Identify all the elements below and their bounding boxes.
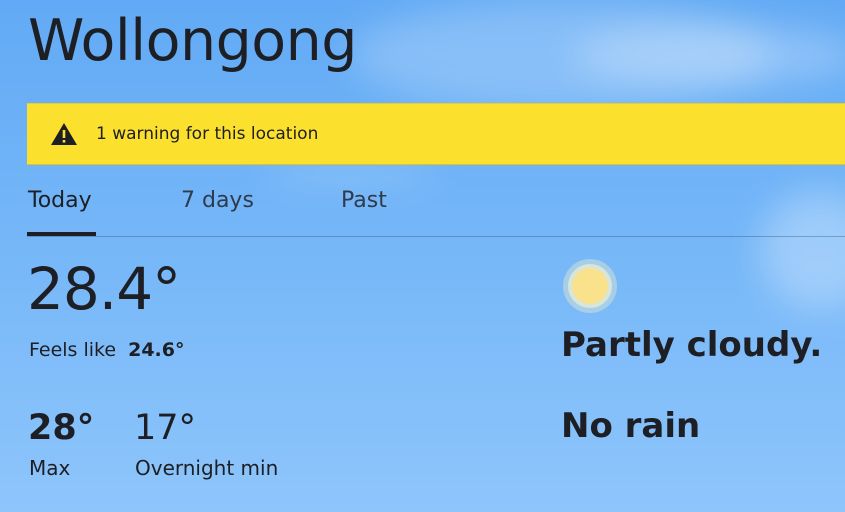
sun-icon <box>563 259 617 313</box>
rain-forecast: No rain <box>561 406 701 446</box>
warning-banner[interactable]: 1 warning for this location <box>27 103 845 165</box>
feels-like-value: 24.6° <box>128 339 185 361</box>
current-temperature: 28.4° <box>27 255 181 323</box>
cloud-shape <box>570 25 845 85</box>
overnight-min-temperature: 17° <box>134 408 197 448</box>
cloud-shape <box>350 0 770 110</box>
weather-condition: Partly cloudy. <box>561 325 823 365</box>
location-title: Wollongong <box>28 8 357 74</box>
feels-like: Feels like 24.6° <box>29 339 185 361</box>
forecast-tabs: Today 7 days Past <box>27 182 845 237</box>
overnight-min-label: Overnight min <box>135 456 279 480</box>
tab-7-days[interactable]: 7 days <box>181 188 254 213</box>
warning-triangle-icon <box>51 123 77 145</box>
max-label: Max <box>29 456 71 480</box>
active-tab-indicator <box>27 232 96 236</box>
tab-past[interactable]: Past <box>341 188 387 213</box>
tab-today[interactable]: Today <box>28 188 92 213</box>
max-temperature: 28° <box>28 408 95 448</box>
warning-text: 1 warning for this location <box>96 124 319 144</box>
feels-like-label: Feels like <box>29 339 117 361</box>
